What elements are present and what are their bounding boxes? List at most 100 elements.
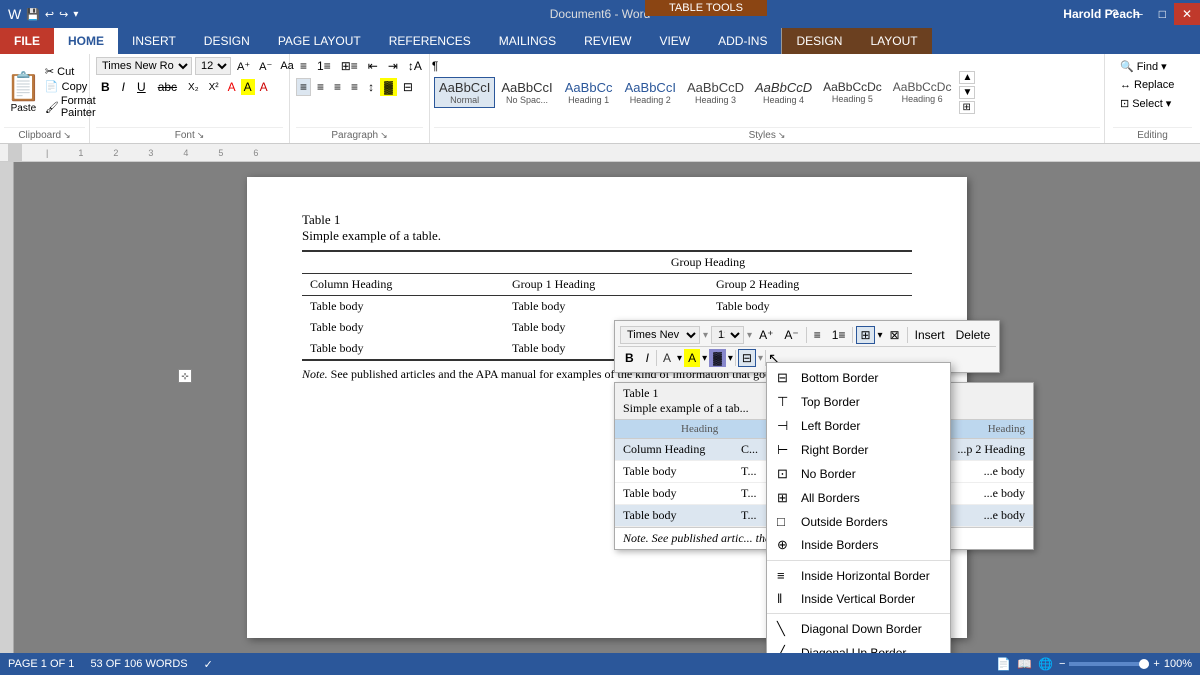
bold-button[interactable]: B (96, 78, 115, 96)
float-italic[interactable]: I (641, 349, 654, 367)
bullets-button[interactable]: ≡ (296, 57, 311, 75)
float-table-borders[interactable]: ⊞ (856, 326, 874, 344)
font-name-selector[interactable]: Times New Ro (96, 57, 192, 75)
replace-button[interactable]: ↔ Replace (1113, 76, 1192, 94)
numbering-button[interactable]: 1≡ (313, 57, 335, 75)
style-heading2[interactable]: AaBbCcI Heading 2 (620, 77, 681, 108)
decrease-font-button[interactable]: A⁻ (256, 58, 275, 75)
border-menu-item-left[interactable]: ⊣ Left Border (767, 414, 950, 438)
border-menu-item-all[interactable]: ⊞ All Borders (767, 486, 950, 510)
align-left-button[interactable]: ≡ (296, 78, 311, 96)
styles-expand[interactable]: ⊞ (959, 101, 975, 114)
style-heading3[interactable]: AaBbCcD Heading 3 (682, 77, 749, 108)
tab-add-ins[interactable]: ADD-INS (704, 28, 781, 54)
zoom-slider-track[interactable] (1069, 662, 1149, 666)
border-menu-item-top[interactable]: ⊤ Top Border (767, 390, 950, 414)
style-normal[interactable]: AaBbCcI Normal (434, 77, 495, 108)
tab-home[interactable]: HOME (54, 28, 118, 54)
float-eraser[interactable]: ⊠ (886, 326, 904, 344)
tab-references[interactable]: REFERENCES (375, 28, 485, 54)
tab-table-design[interactable]: DESIGN (781, 28, 856, 54)
delete-table-text[interactable]: Delete (952, 327, 995, 343)
border-menu-item-bottom[interactable]: ⊟ Bottom Border (767, 366, 950, 390)
view-read-icon[interactable]: 📖 (1017, 657, 1032, 671)
proofing-icon[interactable]: ✓ (204, 658, 213, 671)
border-menu-item-diag-down[interactable]: ╲ Diagonal Down Border (767, 617, 950, 641)
table-move-handle[interactable]: ⊹ (178, 369, 192, 383)
select-button[interactable]: ⊡ Select ▾ (1113, 94, 1192, 113)
border-menu-item-diag-up[interactable]: ╱ Diagonal Up Border (767, 641, 950, 653)
border-menu-item-inside[interactable]: ⊕ Inside Borders (767, 533, 950, 557)
view-web-icon[interactable]: 🌐 (1038, 657, 1053, 671)
sort-button[interactable]: ↕A (404, 57, 426, 75)
align-right-button[interactable]: ≡ (330, 78, 345, 96)
view-print-icon[interactable]: 📄 (996, 657, 1011, 671)
font-color2-button[interactable]: A (257, 79, 271, 95)
float-font-color[interactable]: A (659, 349, 675, 367)
paste-button[interactable]: 📋 Paste (4, 57, 43, 127)
zoom-in-button[interactable]: + (1153, 658, 1159, 670)
tab-review[interactable]: REVIEW (570, 28, 645, 54)
borders-button[interactable]: ⊟ (399, 78, 417, 96)
help-button[interactable]: ? (1103, 3, 1126, 25)
float-size-selector[interactable]: 12 (711, 326, 744, 344)
border-menu-item-inside-v[interactable]: ‖ Inside Vertical Border (767, 587, 950, 610)
style-heading5[interactable]: AaBbCcDc Heading 5 (818, 77, 887, 107)
zoom-out-button[interactable]: − (1059, 658, 1065, 670)
styles-scroll-down[interactable]: ▼ (959, 86, 975, 99)
tab-page-layout[interactable]: PAGE LAYOUT (264, 28, 375, 54)
float-font-selector[interactable]: Times Nev (620, 326, 700, 344)
float-grow-font[interactable]: A⁺ (755, 326, 777, 344)
tab-table-layout[interactable]: LAYOUT (856, 28, 931, 54)
float-highlight[interactable]: A (684, 349, 700, 367)
strikethrough-button[interactable]: abc (153, 78, 182, 96)
float-bullets[interactable]: ≡ (810, 326, 825, 344)
style-heading4[interactable]: AaBbCcD Heading 4 (750, 77, 817, 108)
minimize-button[interactable]: ─ (1126, 3, 1151, 25)
subscript-button[interactable]: X₂ (184, 80, 203, 95)
shading-button[interactable]: ▓ (380, 78, 397, 96)
redo-icon[interactable]: ↪ (59, 8, 68, 21)
border-menu-item-inside-h[interactable]: ≡ Inside Horizontal Border (767, 564, 950, 587)
tab-view[interactable]: VIEW (645, 28, 704, 54)
qat-dropdown[interactable]: ▾ (73, 9, 78, 20)
maximize-button[interactable]: □ (1151, 3, 1174, 25)
style-heading1[interactable]: AaBbCc Heading 1 (559, 77, 619, 108)
style-no-spacing[interactable]: AaBbCcI No Spac... (496, 77, 557, 108)
cut-button[interactable]: ✂ Cut (45, 65, 96, 78)
copy-button[interactable]: 📄 Copy (45, 80, 96, 93)
tab-file[interactable]: FILE (0, 28, 54, 54)
justify-button[interactable]: ≡ (347, 78, 362, 96)
line-spacing-button[interactable]: ↕ (364, 78, 378, 96)
highlight-button[interactable]: A (241, 79, 255, 95)
increase-indent-button[interactable]: ⇥ (384, 57, 402, 75)
decrease-indent-button[interactable]: ⇤ (364, 57, 382, 75)
border-menu-item-outside[interactable]: □ Outside Borders (767, 510, 950, 533)
close-button[interactable]: ✕ (1174, 3, 1200, 25)
tab-design[interactable]: DESIGN (190, 28, 264, 54)
float-shading[interactable]: ▓ (709, 349, 726, 367)
float-bold[interactable]: B (620, 349, 639, 367)
font-color-button[interactable]: A (225, 79, 239, 95)
float-shrink-font[interactable]: A⁻ (780, 326, 802, 344)
styles-scroll-up[interactable]: ▲ (959, 71, 975, 84)
font-size-selector[interactable]: 12 (195, 57, 231, 75)
format-painter-button[interactable]: 🖌 Format Painter (45, 95, 96, 119)
insert-table-text[interactable]: Insert (911, 327, 949, 343)
underline-button[interactable]: U (132, 78, 151, 96)
align-center-button[interactable]: ≡ (313, 78, 328, 96)
multilevel-list-button[interactable]: ⊞≡ (337, 57, 362, 75)
superscript-button[interactable]: X² (205, 80, 223, 95)
undo-icon[interactable]: ↩ (45, 8, 54, 21)
style-heading6[interactable]: AaBbCcDc Heading 6 (888, 77, 957, 107)
save-icon[interactable]: 💾 (26, 8, 40, 21)
border-menu-item-no[interactable]: ⊡ No Border (767, 462, 950, 486)
tab-insert[interactable]: INSERT (118, 28, 190, 54)
increase-font-button[interactable]: A⁺ (234, 58, 253, 75)
tab-mailings[interactable]: MAILINGS (485, 28, 570, 54)
float-numbering[interactable]: 1≡ (828, 326, 850, 344)
italic-button[interactable]: I (117, 78, 130, 96)
find-button[interactable]: 🔍 Find ▾ (1113, 57, 1192, 76)
border-menu-item-right[interactable]: ⊢ Right Border (767, 438, 950, 462)
float-border-btn[interactable]: ⊟ (738, 349, 756, 367)
